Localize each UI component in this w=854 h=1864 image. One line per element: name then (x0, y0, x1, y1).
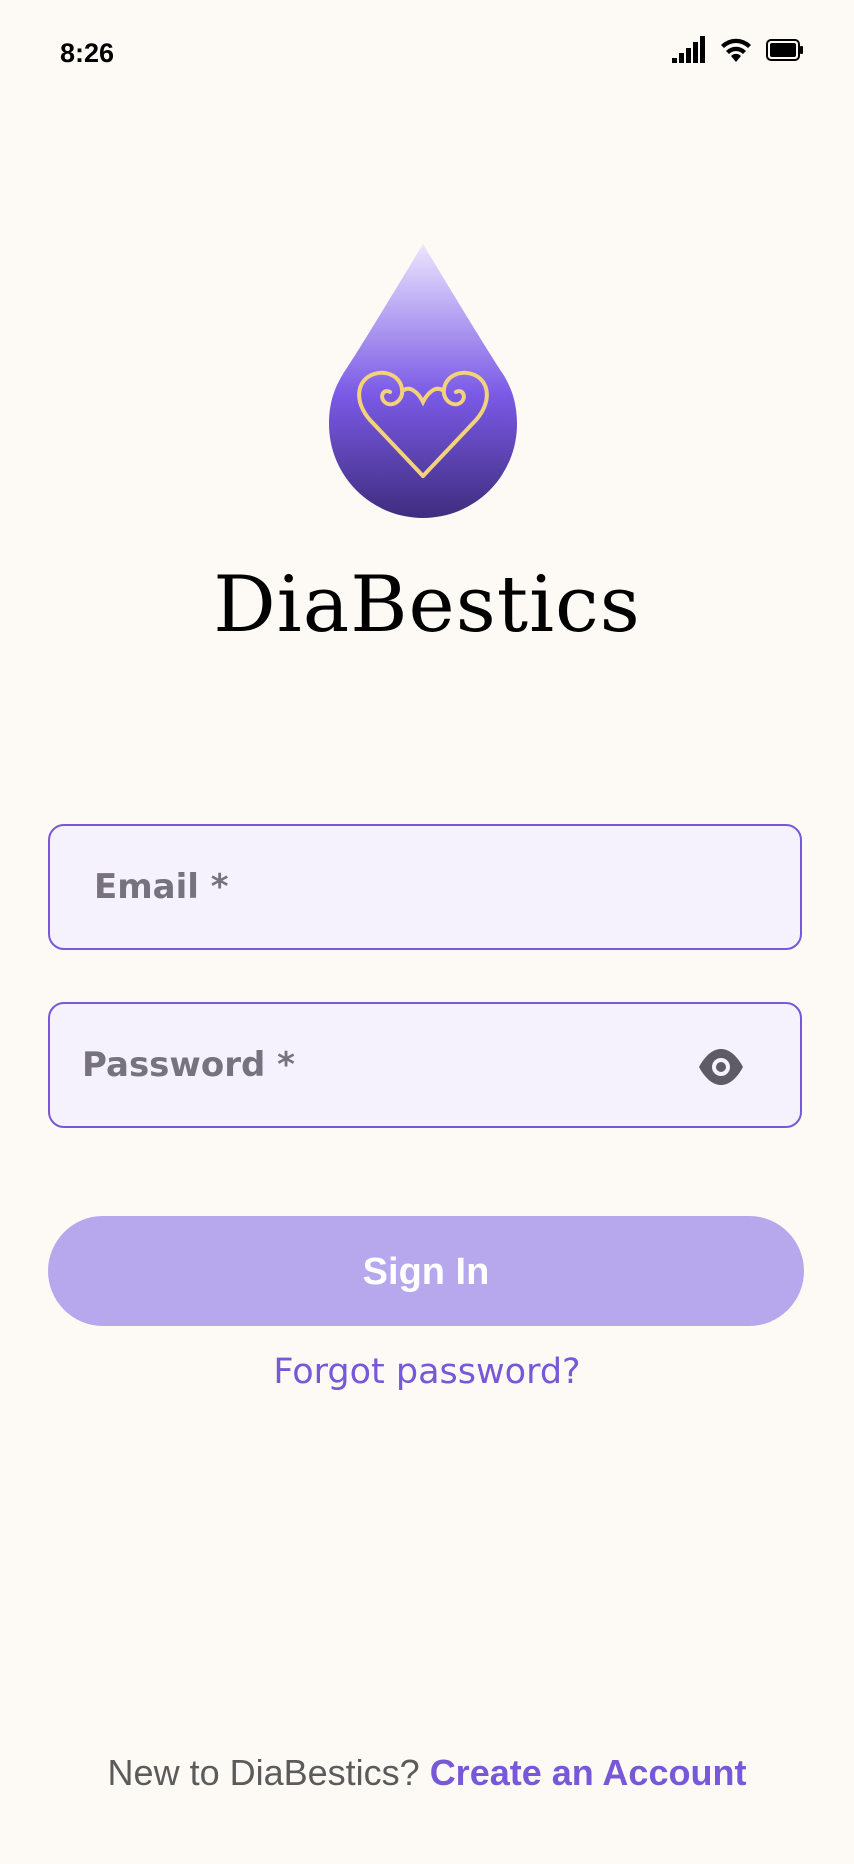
signup-prompt-text: New to DiaBestics? (107, 1752, 420, 1793)
heart-drop-icon (329, 244, 517, 518)
signal-icon (672, 36, 705, 63)
battery-icon (766, 39, 803, 61)
wifi-icon (721, 38, 751, 62)
sign-in-button[interactable]: Sign In (48, 1216, 804, 1326)
password-input[interactable] (50, 1004, 800, 1126)
brand-name: DiaBestics (213, 560, 641, 650)
signup-prompt: New to DiaBestics? Create an Account (0, 1752, 854, 1794)
email-input[interactable] (50, 826, 800, 948)
status-icons (672, 36, 804, 64)
password-field[interactable] (48, 1002, 802, 1128)
eye-icon[interactable] (698, 1048, 744, 1086)
email-field[interactable] (48, 824, 802, 950)
create-account-link[interactable]: Create an Account (430, 1752, 747, 1793)
status-bar: 8:26 (0, 0, 854, 110)
status-time: 8:26 (60, 38, 115, 68)
forgot-password-link[interactable]: Forgot password? (0, 1352, 854, 1392)
